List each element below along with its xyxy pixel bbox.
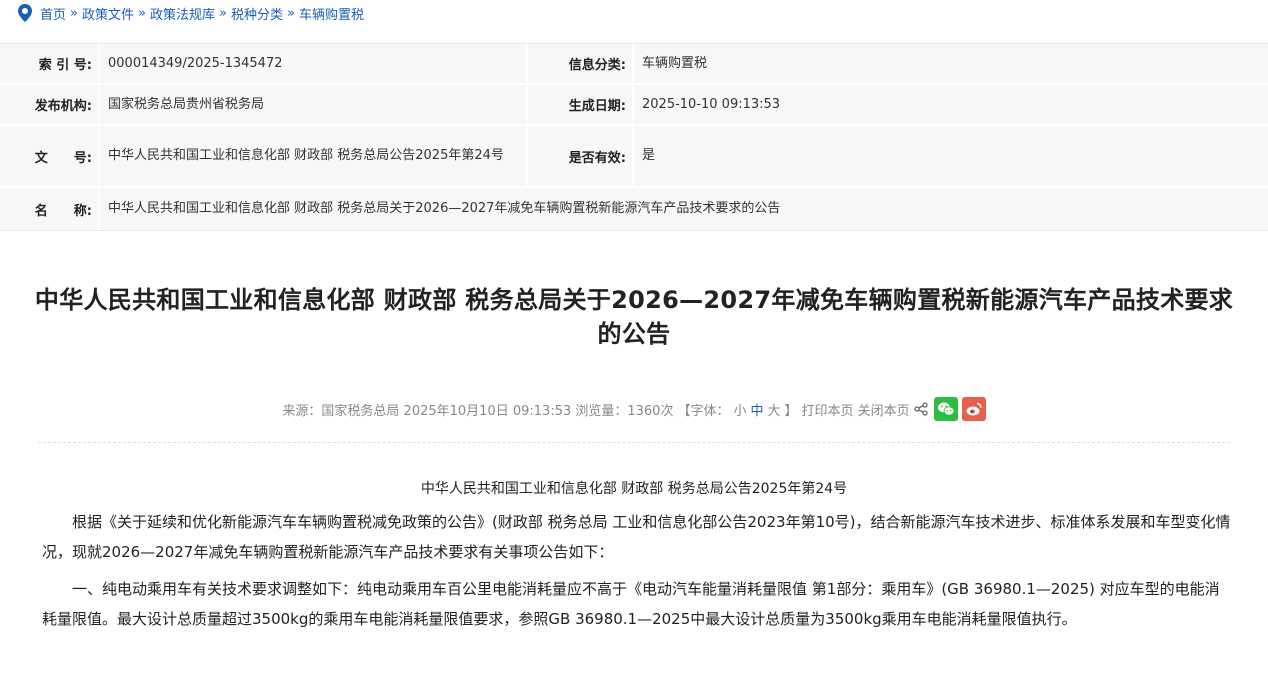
close-page-button[interactable]: 关闭本页 <box>858 400 910 419</box>
name-value: 中华人民共和国工业和信息化部 财政部 税务总局关于2026—2027年减免车辆购… <box>108 201 781 216</box>
index-value: 000014349/2025-1345472 <box>100 44 528 83</box>
breadcrumb-policy-docs[interactable]: 政策文件 <box>82 4 134 23</box>
print-button[interactable]: 打印本页 <box>802 400 854 419</box>
breadcrumb-vehicle-tax[interactable]: 车辆购置税 <box>299 4 364 23</box>
meta-row: 发布机构: 国家税务总局贵州省税务局 生成日期: 2025-10-10 09:1… <box>0 85 1268 126</box>
document-number: 中华人民共和国工业和信息化部 财政部 税务总局公告2025年第24号 <box>420 481 848 497</box>
wechat-icon <box>937 402 954 416</box>
breadcrumb-home[interactable]: 首页 <box>40 4 66 23</box>
breadcrumb-separator: » <box>286 5 295 21</box>
document-meta-table: 索 引 号: 000014349/2025-1345472 信息分类: 车辆购置… <box>0 43 1268 231</box>
breadcrumb-tax-category[interactable]: 税种分类 <box>231 4 283 23</box>
font-size-close: 】 <box>784 403 798 419</box>
category-label: 信息分类: <box>528 44 634 83</box>
category-value: 车辆购置税 <box>642 55 708 71</box>
breadcrumb-separator: » <box>70 5 78 21</box>
docno-label: 文 号: <box>0 126 100 186</box>
valid-label: 是否有效: <box>528 126 634 186</box>
docno-value: 中华人民共和国工业和信息化部 财政部 税务总局公告2025年第24号 <box>100 126 528 186</box>
share-icon[interactable] <box>913 402 928 416</box>
font-small-button[interactable]: 小 <box>733 400 746 419</box>
font-size-open: 【字体： <box>677 403 730 419</box>
article-paragraph: 一、纯电动乘用车有关技术要求调整如下：纯电动乘用车百公里电能消耗量应不高于《电动… <box>42 580 1220 628</box>
publisher-label: 发布机构: <box>0 85 100 124</box>
weibo-icon <box>966 402 982 416</box>
wechat-share-icon[interactable] <box>933 397 958 421</box>
breadcrumb-separator: » <box>218 5 227 21</box>
valid-value: 是 <box>642 148 656 163</box>
article-paragraph: 根据《关于延续和优化新能源汽车车辆购置税减免政策的公告》(财政部 税务总局 工业… <box>42 513 1231 561</box>
date-value: 2025-10-10 09:13:53 <box>642 96 781 112</box>
publisher-value: 国家税务总局贵州省税务局 <box>100 85 528 124</box>
weibo-share-icon[interactable] <box>961 397 986 421</box>
content-divider <box>38 442 1230 443</box>
meta-row: 名 称: 中华人民共和国工业和信息化部 财政部 税务总局关于2026—2027年… <box>0 188 1268 230</box>
article-title: 中华人民共和国工业和信息化部 财政部 税务总局关于2026—2027年减免车辆购… <box>34 286 1234 348</box>
breadcrumb-policy-library[interactable]: 政策法规库 <box>150 4 215 23</box>
location-pin-icon <box>18 4 32 22</box>
breadcrumb: 首页 » 政策文件 » 政策法规库 » 税种分类 » 车辆购置税 <box>18 2 364 24</box>
article-info-bar: 来源：国家税务总局 2025年10月10日 09:13:53 浏览量：1360次… <box>0 397 1268 421</box>
article-source: 来源：国家税务总局 2025年10月10日 09:13:53 浏览量：1360次 <box>282 403 674 419</box>
name-label: 名 称: <box>0 188 100 230</box>
index-label: 索 引 号: <box>0 44 100 83</box>
date-label: 生成日期: <box>528 85 634 124</box>
meta-row: 文 号: 中华人民共和国工业和信息化部 财政部 税务总局公告2025年第24号 … <box>0 126 1268 188</box>
font-medium-button[interactable]: 中 <box>751 400 764 419</box>
breadcrumb-separator: » <box>138 5 146 21</box>
font-large-button[interactable]: 大 <box>768 400 781 419</box>
meta-row: 索 引 号: 000014349/2025-1345472 信息分类: 车辆购置… <box>0 44 1268 85</box>
